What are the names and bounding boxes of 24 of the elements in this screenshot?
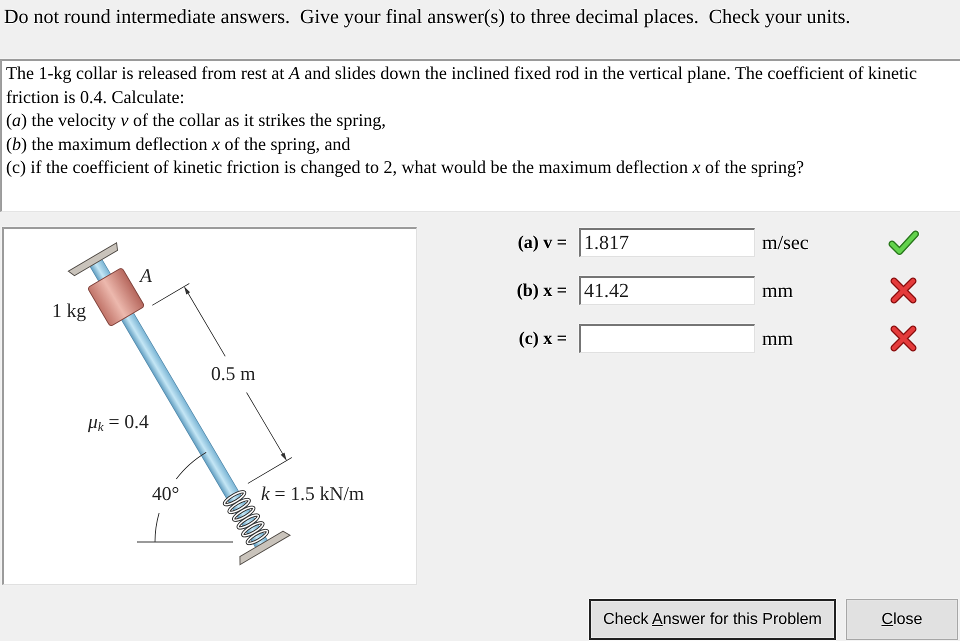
angle-label: 40° xyxy=(152,485,180,505)
answer-field[interactable]: 41.42 xyxy=(579,276,755,305)
question-part: (c) if the coefficient of kinetic friction is changed to 2, what would be the maximum deflection x of the spring? xyxy=(6,156,805,179)
answer-label: (a) v = xyxy=(518,231,568,254)
length-label: 0.5 m xyxy=(211,365,256,385)
question-part: (b) the maximum deflection x of the spring, and xyxy=(6,132,352,156)
mass-label: 1 kg xyxy=(52,302,86,322)
point-label: A xyxy=(140,267,152,287)
problem-text: The 1-kg collar is released from rest at A and slides down the inclined fixed rod in the vertical plane. The coefficient of kinetic friction is 0.4. Calculate: xyxy=(6,62,918,108)
support-plate xyxy=(239,530,291,566)
check-answer-button[interactable]: Check Answer for this Problem xyxy=(589,599,836,640)
support-plate xyxy=(67,242,118,276)
instructions-text: Do not round intermediate answers. Give your final answer(s) to three decimal places. Check your units. xyxy=(3,5,852,30)
unit-label: mm xyxy=(761,326,794,352)
answer-label: (c) x = xyxy=(518,327,568,350)
answer-field[interactable] xyxy=(579,324,755,353)
friction-label: μ$_{k}$ = 0.4 xyxy=(88,413,149,433)
unit-label: m/sec xyxy=(761,230,809,256)
close-button[interactable]: Close xyxy=(846,599,958,640)
answer-field[interactable]: 1.817 xyxy=(579,228,755,257)
spring-constant-label: k = 1.5 kN/m xyxy=(261,485,364,505)
unit-label: mm xyxy=(761,278,794,304)
answer-label: (b) x = xyxy=(516,279,568,302)
question-part: (a) the velocity v of the collar as it strikes the spring, xyxy=(6,109,387,132)
